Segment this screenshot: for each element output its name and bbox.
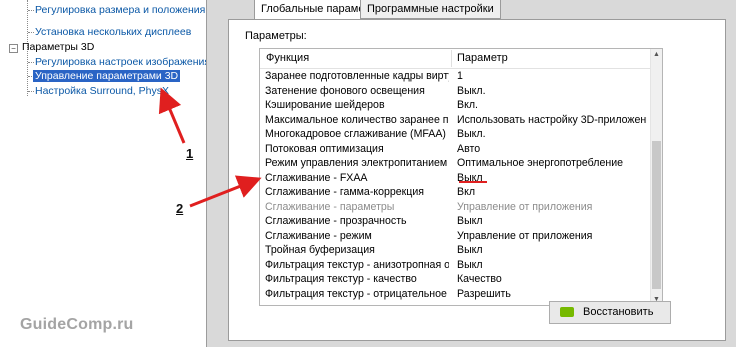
row-function: Сглаживание - параметры [265, 200, 395, 213]
table-row[interactable]: Многокадровое сглаживание (MFAA) Выкл. [260, 127, 650, 142]
table-row[interactable]: Кэширование шейдеров Вкл. [260, 98, 650, 113]
settings-panel-area: Глобальные параметры Программные настрой… [214, 0, 736, 347]
row-function: Режим управления электропитанием [265, 157, 448, 169]
row-function: Заранее подготовленные кадры виртуа... [265, 70, 449, 82]
row-value[interactable]: Выкл. [457, 84, 647, 99]
settings-grid: Функция Параметр Заранее подготовленные … [259, 48, 663, 306]
row-value[interactable]: Выкл [457, 243, 647, 258]
table-row[interactable]: Затенение фонового освещения Выкл. [260, 84, 650, 99]
row-function: Потоковая оптимизация [265, 142, 384, 155]
row-value[interactable]: Вкл. [457, 98, 647, 113]
table-row[interactable]: Максимальное количество заранее подг... … [260, 113, 650, 128]
row-value[interactable]: Выкл [457, 258, 647, 273]
collapse-icon[interactable]: − [9, 44, 18, 53]
row-function: Максимальное количество заранее подг... [265, 113, 449, 126]
tree-item-multiple-displays[interactable]: Установка нескольких дисплеев [35, 25, 191, 39]
row-value[interactable]: Использовать настройку 3D-приложения [457, 113, 647, 128]
row-function: Затенение фонового освещения [265, 84, 425, 97]
tree-item-surround-physx[interactable]: Настройка Surround, PhysX [35, 84, 169, 98]
table-row[interactable]: Сглаживание - режим Управление от прилож… [260, 229, 650, 244]
row-function: Фильтрация текстур - анизотропная оп... [265, 258, 449, 271]
params-label: Параметры: [245, 30, 307, 42]
row-value[interactable]: Авто [457, 142, 647, 157]
row-function: Многокадровое сглаживание (MFAA) [265, 128, 446, 140]
row-value[interactable]: Разрешить [457, 287, 647, 302]
grid-header: Функция Параметр [260, 49, 650, 69]
column-header-function[interactable]: Функция [266, 49, 309, 68]
site-watermark: GuideComp.ru [20, 316, 134, 333]
tree-item-manage-3d-settings[interactable]: Управление параметрами 3D [33, 69, 181, 83]
tree-guide-line [28, 62, 34, 64]
row-function: Фильтрация текстур - качество [265, 273, 417, 285]
table-row[interactable]: Сглаживание - гамма-коррекция Вкл [260, 185, 650, 200]
tree-item-resize-position[interactable]: Регулировка размера и положения рабо [35, 3, 232, 17]
table-row[interactable]: Потоковая оптимизация Авто [260, 142, 650, 157]
row-value[interactable]: 1 [457, 69, 647, 84]
row-function: Кэширование шейдеров [265, 99, 385, 111]
restore-button-label: Восстановить [583, 306, 654, 318]
row-value[interactable]: Выкл. [457, 127, 647, 142]
table-row[interactable]: Заранее подготовленные кадры виртуа... 1 [260, 69, 650, 84]
row-value[interactable]: Оптимальное энергопотребление [457, 156, 647, 171]
table-row[interactable]: Тройная буферизация Выкл [260, 243, 650, 258]
table-row-disabled: Сглаживание - параметры Управление от пр… [260, 200, 650, 215]
table-row[interactable]: Фильтрация текстур - анизотропная оп... … [260, 258, 650, 273]
table-row-fxaa[interactable]: Сглаживание - FXAA Выкл [260, 171, 650, 186]
row-function: Фильтрация текстур - отрицательное о... [265, 287, 449, 300]
row-value[interactable]: Качество [457, 272, 647, 287]
settings-tree: Регулировка размера и положения рабо Уст… [0, 0, 232, 347]
row-value[interactable]: Выкл [457, 171, 647, 186]
table-row[interactable]: Фильтрация текстур - отрицательное о... … [260, 287, 650, 302]
tree-group-3d-settings[interactable]: Параметры 3D [22, 40, 94, 54]
tree-item-image-settings-preview[interactable]: Регулировка настроек изображения с п [35, 55, 227, 69]
row-function: Тройная буферизация [265, 244, 375, 256]
row-value[interactable]: Управление от приложения [457, 229, 647, 244]
row-value[interactable]: Вкл [457, 185, 647, 200]
column-divider[interactable] [451, 50, 452, 67]
row-value[interactable]: Выкл [457, 214, 647, 229]
table-row[interactable]: Режим управления электропитанием Оптимал… [260, 156, 650, 171]
tab-program-settings[interactable]: Программные настройки [360, 0, 501, 19]
annotation-label-2: 2 [176, 201, 184, 216]
row-function: Сглаживание - прозрачность [265, 215, 407, 227]
scrollbar-thumb[interactable] [652, 141, 661, 289]
row-function: Сглаживание - гамма-коррекция [265, 186, 425, 198]
row-value: Управление от приложения [457, 200, 593, 213]
annotation-label-1: 1 [186, 146, 194, 161]
row-function: Сглаживание - режим [265, 229, 372, 242]
column-header-parameter[interactable]: Параметр [457, 49, 508, 68]
tree-item-label: Управление параметрами 3D [33, 70, 181, 82]
global-settings-panel: Параметры: Функция Параметр Заранее подг… [228, 19, 726, 341]
tree-guide-line [28, 91, 34, 93]
tree-guide-line [28, 10, 34, 12]
grid-scrollbar[interactable]: ▲ ▼ [650, 49, 662, 305]
row-function: Сглаживание - FXAA [265, 171, 368, 184]
window-edge [736, 0, 750, 347]
table-row[interactable]: Сглаживание - прозрачность Выкл [260, 214, 650, 229]
restore-button[interactable]: Восстановить [549, 301, 671, 324]
scroll-up-icon[interactable]: ▲ [651, 49, 662, 60]
table-row[interactable]: Фильтрация текстур - качество Качество [260, 272, 650, 287]
tree-guide-line [28, 32, 34, 34]
nvidia-logo-icon [560, 307, 574, 317]
